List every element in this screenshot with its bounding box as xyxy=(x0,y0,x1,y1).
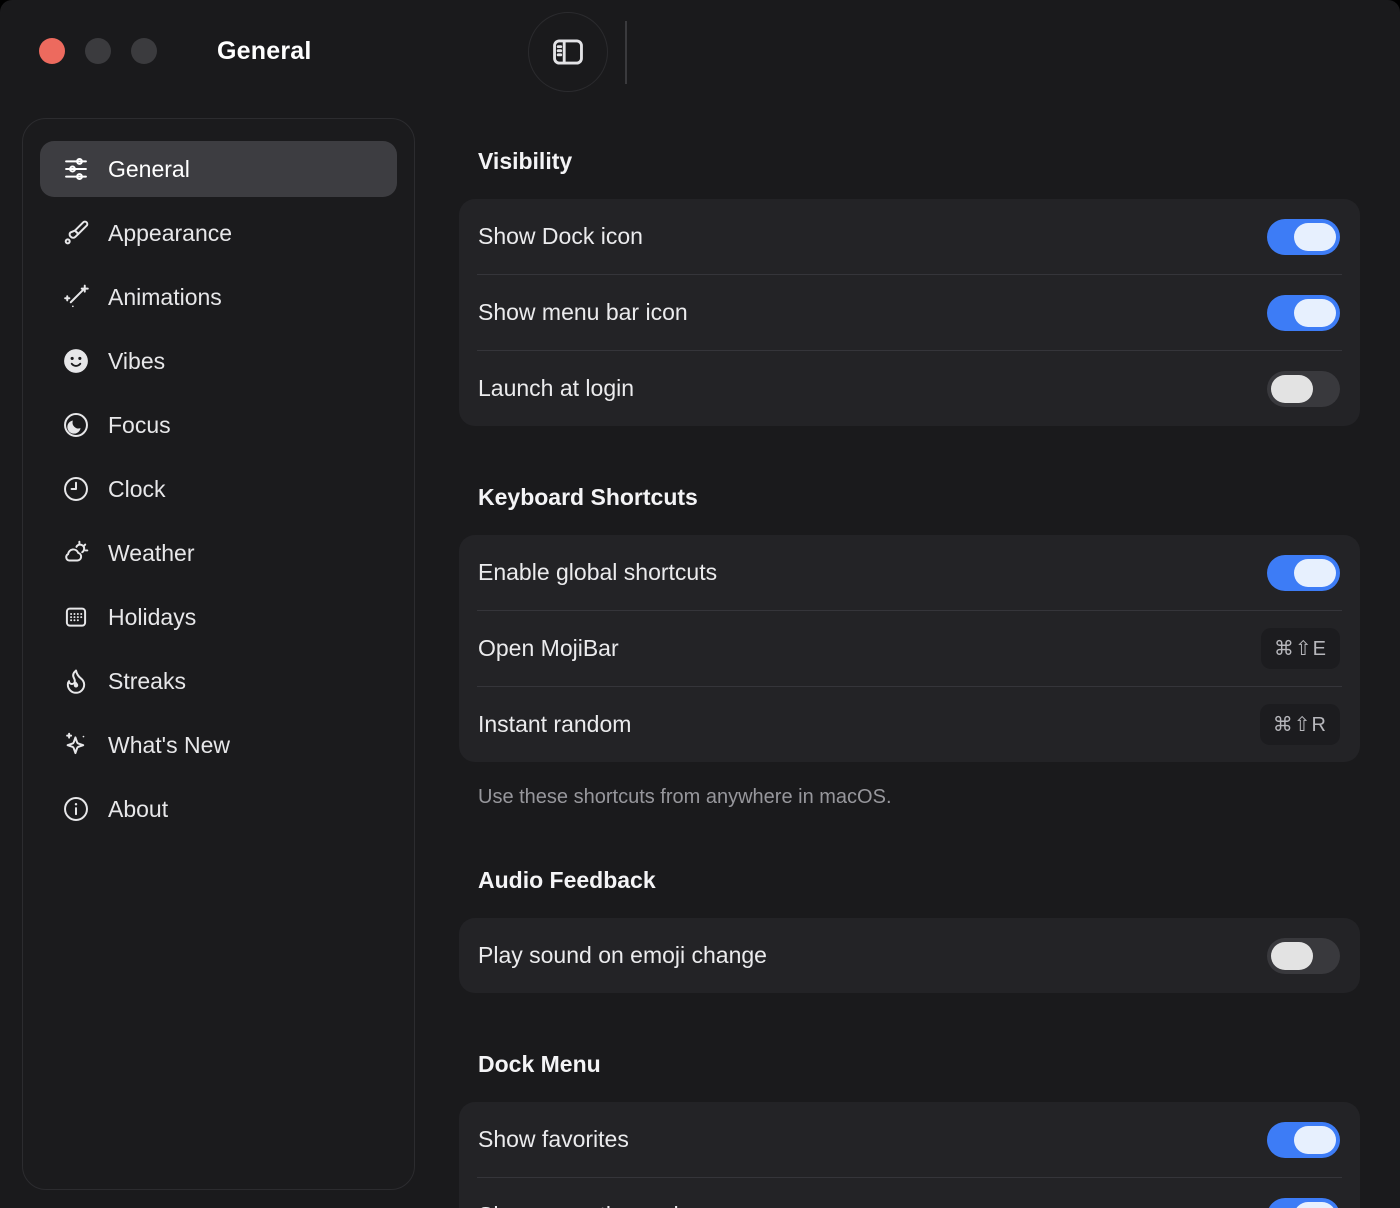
setting-label: Show recently used xyxy=(478,1202,679,1208)
toggle-knob xyxy=(1294,1126,1336,1154)
settings-card: Show favorites Show recently used xyxy=(459,1102,1360,1208)
section-audio-feedback: Audio Feedback Play sound on emoji change xyxy=(459,867,1360,993)
toggle-knob xyxy=(1271,375,1313,403)
titlebar: General xyxy=(0,0,1400,104)
sidebar-nav: General Appearance Animations Vibes Focus Clo… xyxy=(40,141,397,837)
toggle-show-recently-used[interactable] xyxy=(1267,1198,1340,1208)
sidebar-item-holidays[interactable]: Holidays xyxy=(40,589,397,645)
sidebar-item-label: About xyxy=(108,796,168,823)
toggle-knob xyxy=(1294,1202,1336,1208)
flame-icon xyxy=(62,667,90,695)
setting-label: Enable global shortcuts xyxy=(478,559,717,586)
settings-row-show-recently-used: Show recently used xyxy=(459,1178,1360,1208)
clock-icon xyxy=(62,475,90,503)
toggle-knob xyxy=(1294,223,1336,251)
section-title: Audio Feedback xyxy=(478,867,1360,894)
settings-card: Play sound on emoji change xyxy=(459,918,1360,993)
wand-icon xyxy=(62,283,90,311)
setting-label: Play sound on emoji change xyxy=(478,942,767,969)
traffic-lights xyxy=(39,38,157,64)
toolbar-divider xyxy=(625,21,627,84)
sidebar-item-clock[interactable]: Clock xyxy=(40,461,397,517)
sidebar-item-label: Holidays xyxy=(108,604,196,631)
section-title: Keyboard Shortcuts xyxy=(478,484,1360,511)
setting-label: Instant random xyxy=(478,711,631,738)
window-title: General xyxy=(217,37,312,66)
settings-row-instant-random: Instant random ⌘⇧R xyxy=(459,687,1360,762)
shortcut-badge-open-mojibar[interactable]: ⌘⇧E xyxy=(1261,628,1340,669)
sidebar-item-label: Focus xyxy=(108,412,171,439)
sidebar-item-label: Streaks xyxy=(108,668,186,695)
settings-content: Visibility Show Dock icon Show menu bar ic… xyxy=(459,104,1360,1208)
section-visibility: Visibility Show Dock icon Show menu bar ic… xyxy=(459,148,1360,426)
sidebar-item-appearance[interactable]: Appearance xyxy=(40,205,397,261)
sidebar-item-what-s-new[interactable]: What's New xyxy=(40,717,397,773)
sidebar-item-weather[interactable]: Weather xyxy=(40,525,397,581)
sidebar-item-label: Animations xyxy=(108,284,222,311)
section-title: Visibility xyxy=(478,148,1360,175)
smiley-icon xyxy=(62,347,90,375)
sidebar-item-label: Clock xyxy=(108,476,166,503)
sparkles-icon xyxy=(62,731,90,759)
shortcut-badge-instant-random[interactable]: ⌘⇧R xyxy=(1260,704,1340,745)
sidebar-item-about[interactable]: About xyxy=(40,781,397,837)
sidebar: General Appearance Animations Vibes Focus Clo… xyxy=(22,118,415,1190)
toggle-knob xyxy=(1294,299,1336,327)
settings-card: Show Dock icon Show menu bar icon Launch a… xyxy=(459,199,1360,426)
sidebar-item-streaks[interactable]: Streaks xyxy=(40,653,397,709)
section-footnote: Use these shortcuts from anywhere in mac… xyxy=(478,786,1360,809)
sliders-icon xyxy=(62,155,90,183)
sidebar-item-vibes[interactable]: Vibes xyxy=(40,333,397,389)
moon-icon xyxy=(62,411,90,439)
sidebar-item-label: Weather xyxy=(108,540,195,567)
sidebar-item-focus[interactable]: Focus xyxy=(40,397,397,453)
info-icon xyxy=(62,795,90,823)
sidebar-toggle-icon xyxy=(549,33,587,71)
sidebar-item-label: Vibes xyxy=(108,348,165,375)
toggle-knob xyxy=(1294,559,1336,587)
section-keyboard-shortcuts: Keyboard Shortcuts Enable global shortcut… xyxy=(459,484,1360,809)
settings-row-play-sound-on-emoji-change: Play sound on emoji change xyxy=(459,918,1360,993)
setting-label: Open MojiBar xyxy=(478,635,619,662)
paintbrush-icon xyxy=(62,219,90,247)
sidebar-item-label: General xyxy=(108,156,190,183)
setting-label: Show favorites xyxy=(478,1126,629,1153)
settings-row-show-favorites: Show favorites xyxy=(459,1102,1360,1177)
settings-row-show-dock-icon: Show Dock icon xyxy=(459,199,1360,274)
toggle-play-sound-on-emoji-change[interactable] xyxy=(1267,938,1340,974)
settings-row-enable-global-shortcuts: Enable global shortcuts xyxy=(459,535,1360,610)
toggle-sidebar-button[interactable] xyxy=(528,12,608,92)
weather-icon xyxy=(62,539,90,567)
toggle-enable-global-shortcuts[interactable] xyxy=(1267,555,1340,591)
setting-label: Launch at login xyxy=(478,375,634,402)
toggle-show-favorites[interactable] xyxy=(1267,1122,1340,1158)
section-dock-menu: Dock Menu Show favorites Show recently use… xyxy=(459,1051,1360,1208)
setting-label: Show menu bar icon xyxy=(478,299,688,326)
section-title: Dock Menu xyxy=(478,1051,1360,1078)
close-button[interactable] xyxy=(39,38,65,64)
settings-window: General General Appearance Animations Vibes… xyxy=(0,0,1400,1208)
toggle-launch-at-login[interactable] xyxy=(1267,371,1340,407)
sidebar-item-general[interactable]: General xyxy=(40,141,397,197)
zoom-button[interactable] xyxy=(131,38,157,64)
settings-row-open-mojibar: Open MojiBar ⌘⇧E xyxy=(459,611,1360,686)
settings-row-launch-at-login: Launch at login xyxy=(459,351,1360,426)
setting-label: Show Dock icon xyxy=(478,223,643,250)
minimize-button[interactable] xyxy=(85,38,111,64)
toggle-show-menu-bar-icon[interactable] xyxy=(1267,295,1340,331)
settings-row-show-menu-bar-icon: Show menu bar icon xyxy=(459,275,1360,350)
sidebar-item-label: What's New xyxy=(108,732,230,759)
sidebar-item-label: Appearance xyxy=(108,220,232,247)
calendar-icon xyxy=(62,603,90,631)
toggle-show-dock-icon[interactable] xyxy=(1267,219,1340,255)
settings-card: Enable global shortcuts Open MojiBar ⌘⇧E In… xyxy=(459,535,1360,762)
toggle-knob xyxy=(1271,942,1313,970)
sidebar-item-animations[interactable]: Animations xyxy=(40,269,397,325)
